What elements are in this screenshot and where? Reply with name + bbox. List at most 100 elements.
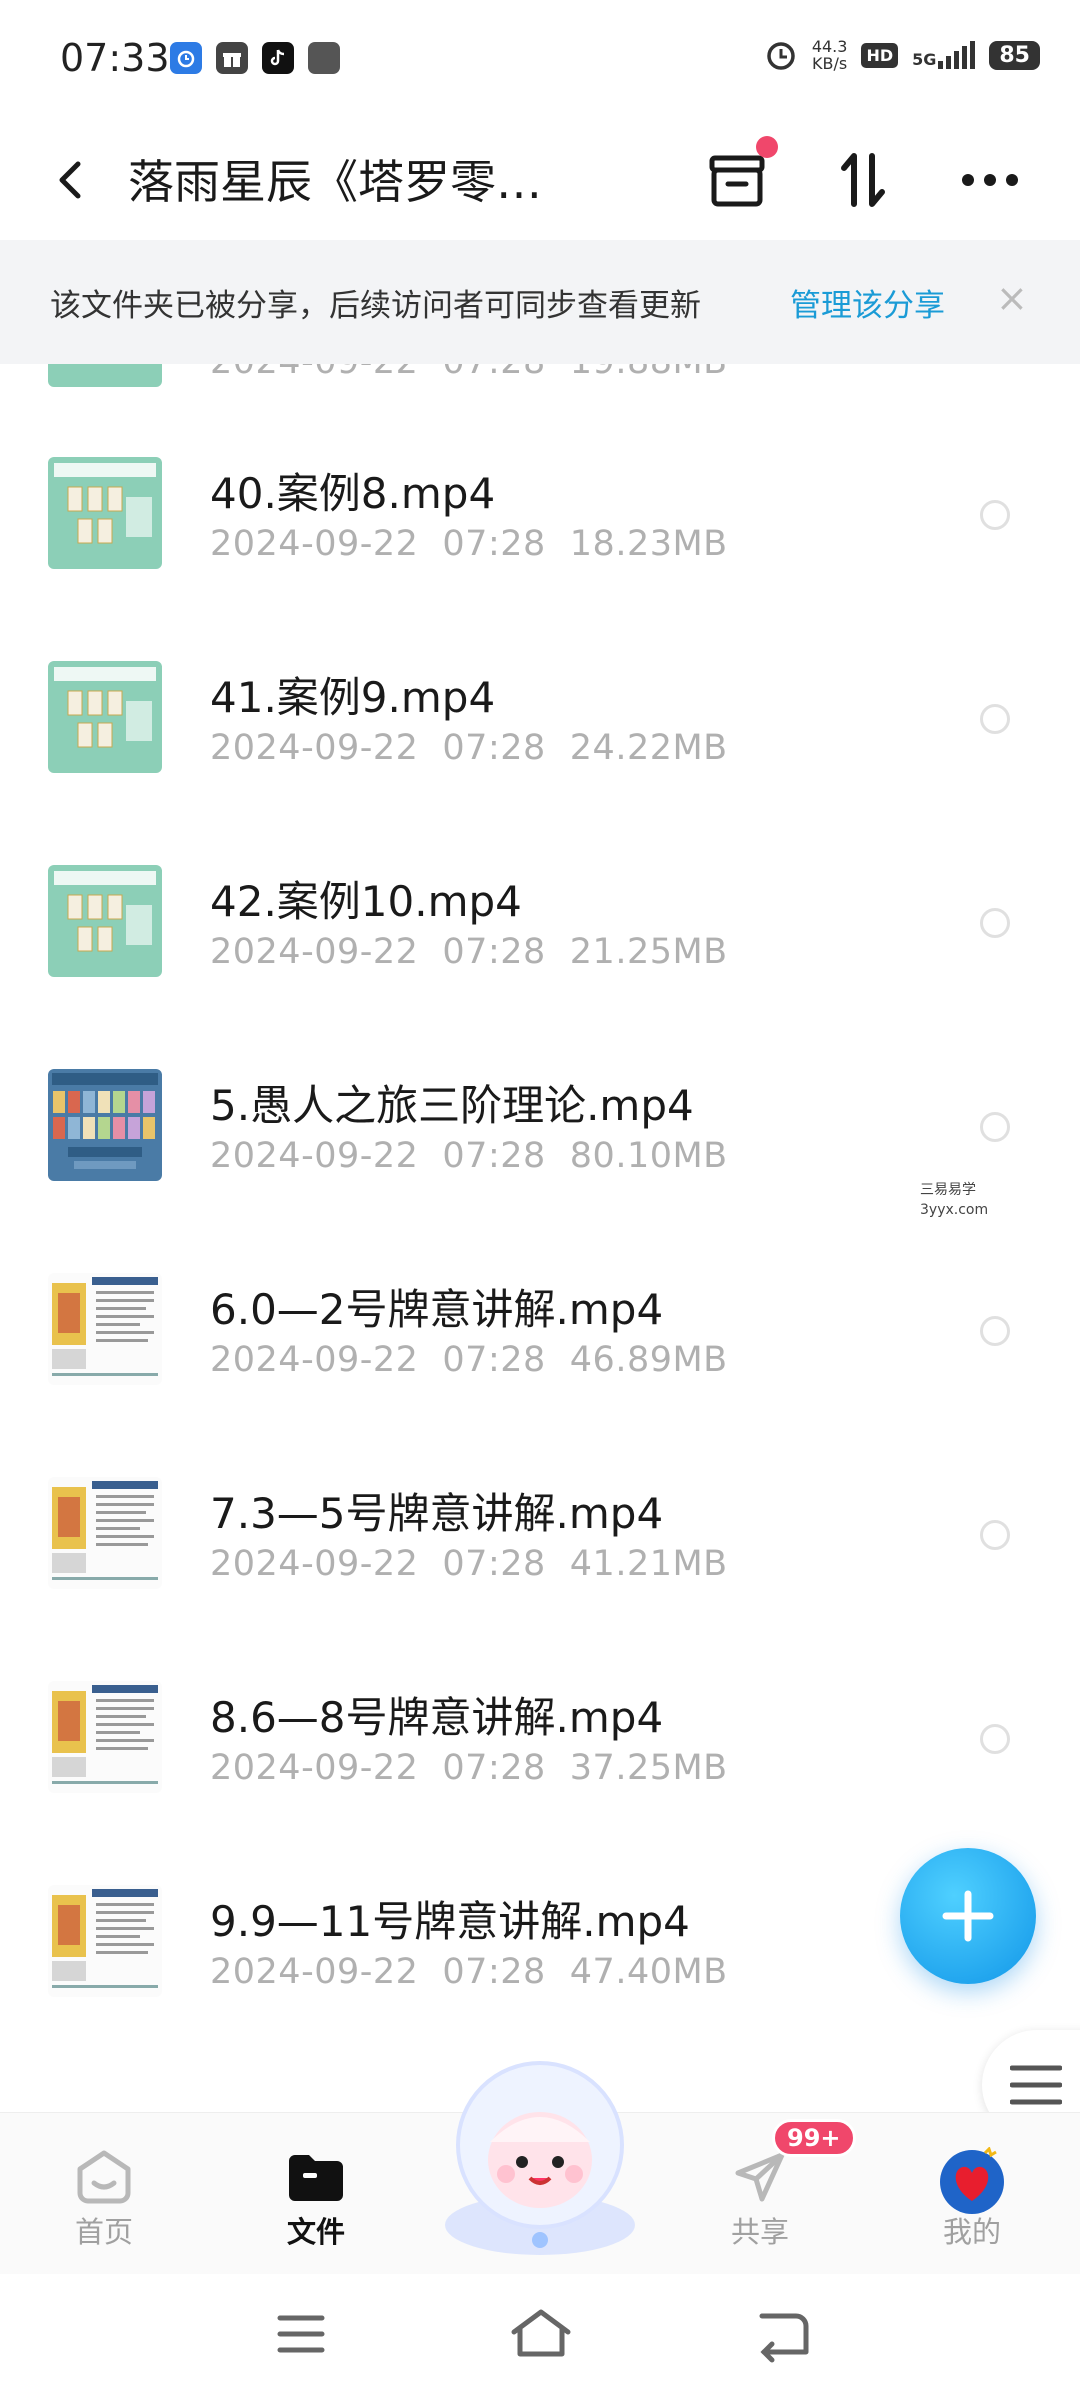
- back-icon[interactable]: [44, 144, 104, 214]
- title-bar: 落雨星辰《塔罗零…: [0, 120, 1080, 240]
- select-radio[interactable]: [980, 1316, 1010, 1346]
- file-time: 07:28: [442, 524, 546, 564]
- file-size: 37.25MB: [569, 1748, 728, 1788]
- file-row[interactable]: 7.3—5号牌意讲解.mp4 2024-09-22 07:28 41.21MB: [0, 1420, 1080, 1624]
- file-date: 2024-09-22: [210, 1340, 419, 1380]
- file-size: 18.23MB: [569, 524, 728, 564]
- system-nav-bar: [0, 2274, 1080, 2400]
- nav-item-me[interactable]: 我的: [892, 2113, 1052, 2275]
- tiktok-app-icon: [262, 42, 294, 74]
- file-name: 5.愚人之旅三阶理论.mp4: [210, 1081, 694, 1130]
- watermark-line1: 三易易学: [920, 1182, 976, 1198]
- file-meta: 2024-09-22 07:28 47.40MB: [210, 1952, 728, 1992]
- file-meta: 2024-09-22 07:28 80.10MB: [210, 1136, 728, 1176]
- video-thumbnail: [48, 1273, 162, 1385]
- watermark: 三易易学 3yyx.com: [920, 1180, 988, 1220]
- manage-share-link[interactable]: 管理该分享: [790, 280, 945, 325]
- video-thumbnail: [48, 661, 162, 773]
- net-speed-unit: KB/s: [812, 54, 848, 73]
- page-title: 落雨星辰《塔罗零…: [128, 155, 542, 209]
- file-meta: 2024-09-22 07:28 19.88MB: [210, 364, 728, 382]
- file-row[interactable]: 6.0—2号牌意讲解.mp4 2024-09-22 07:28 46.89MB: [0, 1216, 1080, 1420]
- sort-icon[interactable]: [824, 140, 904, 220]
- signal-bars-icon: [938, 41, 976, 69]
- status-system-icons: 44.3 KB/s HD 5G 85: [764, 38, 1040, 72]
- status-bar: 07:33 44.3 KB/s HD 5G 85: [0, 0, 1080, 120]
- mascot-button[interactable]: [430, 2050, 650, 2260]
- network-speed: 44.3 KB/s: [812, 38, 848, 72]
- file-name: 8.6—8号牌意讲解.mp4: [210, 1693, 664, 1742]
- back-button-icon[interactable]: [746, 2304, 816, 2364]
- file-name: 40.案例8.mp4: [210, 469, 496, 518]
- inbox-icon[interactable]: [698, 136, 778, 220]
- select-radio[interactable]: [980, 1520, 1010, 1550]
- alarm-app-icon: [170, 42, 202, 74]
- file-name: 7.3—5号牌意讲解.mp4: [210, 1489, 664, 1538]
- app-square-icon: [308, 42, 340, 74]
- file-meta: 2024-09-22 07:28 37.25MB: [210, 1748, 728, 1788]
- watermark-line2: 3yyx.com: [920, 1202, 989, 1218]
- add-button[interactable]: [900, 1848, 1036, 1984]
- file-row[interactable]: 8.6—8号牌意讲解.mp4 2024-09-22 07:28 37.25MB: [0, 1624, 1080, 1828]
- file-meta: 2024-09-22 07:28 18.23MB: [210, 524, 728, 564]
- file-date: 2024-09-22: [210, 1544, 419, 1584]
- notification-badge: 99+: [772, 2119, 856, 2157]
- file-time: 07:28: [442, 1952, 546, 1992]
- file-row[interactable]: 5.愚人之旅三阶理论.mp4 2024-09-22 07:28 80.10MB: [0, 1012, 1080, 1216]
- file-name: 42.案例10.mp4: [210, 877, 522, 926]
- file-time: 07:28: [442, 728, 546, 768]
- file-name: 41.案例9.mp4: [210, 673, 496, 722]
- gift-app-icon: [216, 42, 248, 74]
- select-radio[interactable]: [980, 1112, 1010, 1142]
- file-size: 41.21MB: [569, 1544, 728, 1584]
- hd-badge: HD: [861, 42, 899, 68]
- notification-dot: [756, 136, 778, 158]
- file-name: 6.0—2号牌意讲解.mp4: [210, 1285, 664, 1334]
- file-row[interactable]: 41.案例9.mp4 2024-09-22 07:28 24.22MB: [0, 604, 1080, 808]
- share-notice-banner: 该文件夹已被分享，后续访问者可同步查看更新 管理该分享 ×: [0, 240, 1080, 364]
- file-date: 2024-09-22: [210, 932, 419, 972]
- file-size: 47.40MB: [569, 1952, 728, 1992]
- file-size: 80.10MB: [569, 1136, 728, 1176]
- file-date: 2024-09-22: [210, 364, 418, 382]
- file-time: 07:28: [442, 364, 545, 382]
- nav-item-share[interactable]: 99+ 共享: [680, 2113, 856, 2275]
- file-size: 19.88MB: [570, 364, 728, 382]
- select-radio[interactable]: [980, 1724, 1010, 1754]
- file-row[interactable]: 40.案例8.mp4 2024-09-22 07:28 18.23MB: [0, 400, 1080, 604]
- select-radio[interactable]: [980, 704, 1010, 734]
- nav-label-files: 文件: [286, 2215, 345, 2249]
- more-icon[interactable]: [950, 140, 1030, 220]
- share-notice-text: 该文件夹已被分享，后续访问者可同步查看更新: [50, 288, 701, 324]
- select-radio[interactable]: [980, 908, 1010, 938]
- send-icon: [730, 2147, 790, 2211]
- file-size: 24.22MB: [569, 728, 728, 768]
- file-time: 07:28: [442, 1544, 546, 1584]
- nav-label-share: 共享: [730, 2215, 789, 2249]
- nav-item-files[interactable]: 文件: [236, 2113, 396, 2275]
- file-meta: 2024-09-22 07:28 41.21MB: [210, 1544, 728, 1584]
- file-time: 07:28: [442, 932, 546, 972]
- menu-icon[interactable]: [266, 2304, 336, 2364]
- close-icon[interactable]: ×: [996, 276, 1028, 320]
- home-button-icon[interactable]: [506, 2304, 576, 2364]
- status-time: 07:33: [60, 36, 170, 80]
- alarm-clock-icon: [767, 42, 795, 70]
- file-row[interactable]: 42.案例10.mp4 2024-09-22 07:28 21.25MB: [0, 808, 1080, 1012]
- file-name: 9.9—11号牌意讲解.mp4: [210, 1897, 690, 1946]
- folder-icon: [285, 2147, 347, 2211]
- status-app-icons: [170, 42, 340, 74]
- video-thumbnail: [48, 364, 162, 387]
- nav-item-home[interactable]: 首页: [24, 2113, 184, 2275]
- file-size: 46.89MB: [569, 1340, 728, 1380]
- video-thumbnail: [48, 1681, 162, 1793]
- file-time: 07:28: [442, 1748, 546, 1788]
- select-radio[interactable]: [980, 500, 1010, 530]
- video-thumbnail: [48, 865, 162, 977]
- battery-indicator: 85: [989, 40, 1040, 70]
- file-size: 21.25MB: [569, 932, 728, 972]
- video-thumbnail: [48, 1069, 162, 1181]
- video-thumbnail: [48, 1477, 162, 1589]
- file-date: 2024-09-22: [210, 524, 419, 564]
- file-meta: 2024-09-22 07:28 46.89MB: [210, 1340, 728, 1380]
